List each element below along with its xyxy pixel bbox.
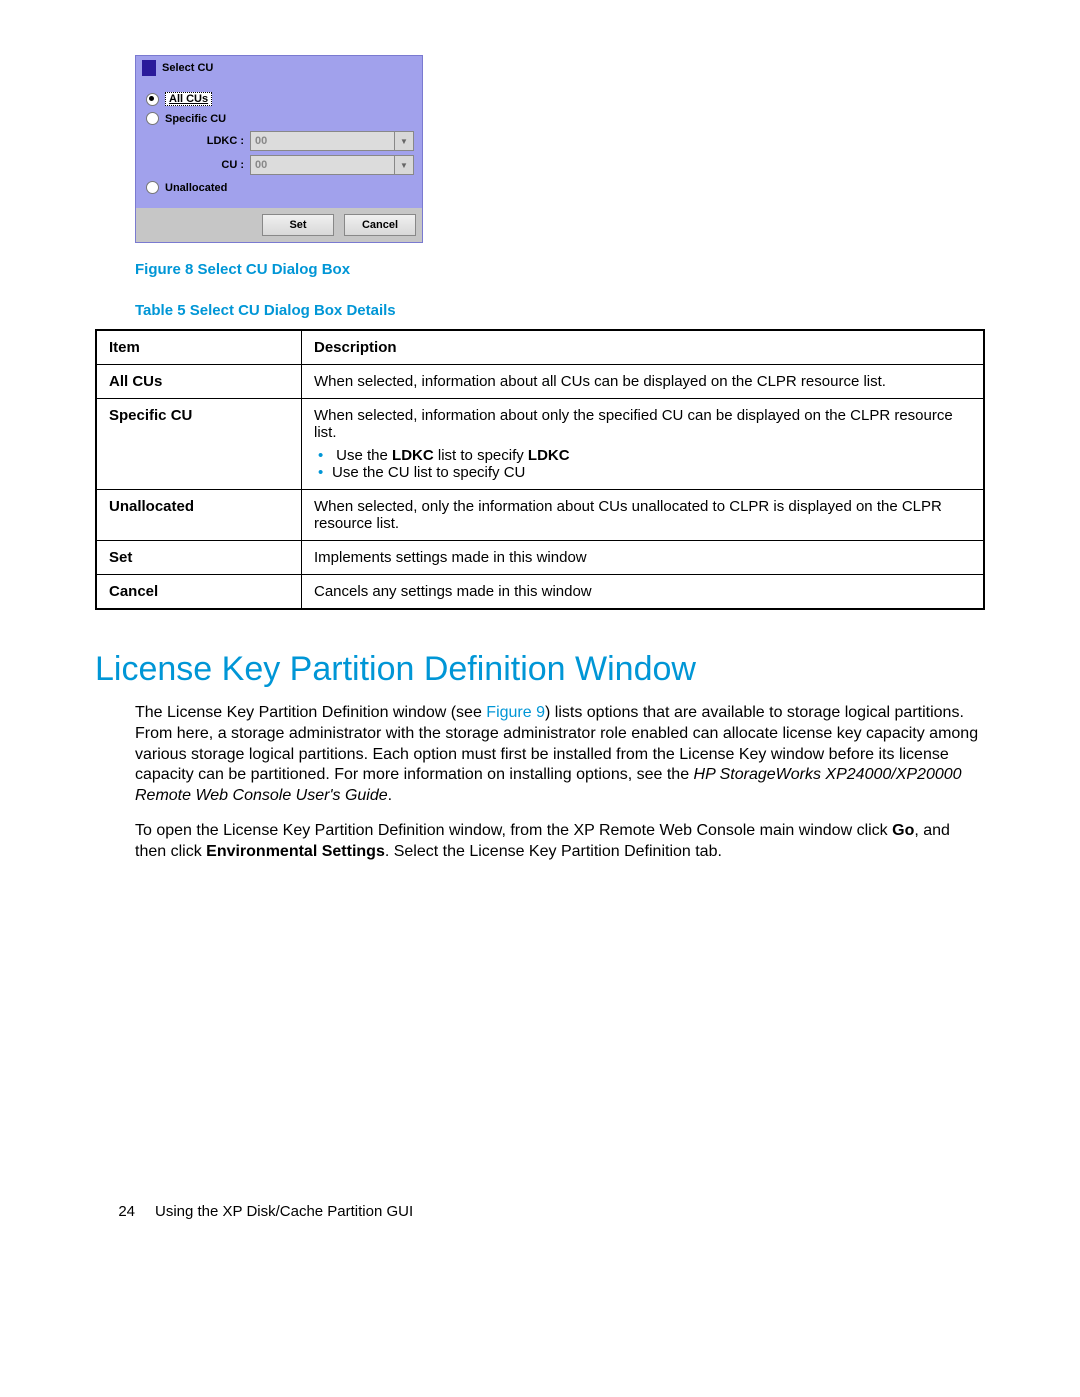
cu-label: CU : <box>184 159 244 171</box>
cu-value: 00 <box>251 159 394 171</box>
page-footer: 24 Using the XP Disk/Cache Partition GUI <box>95 1203 985 1220</box>
radio-specific-cu-label: Specific CU <box>165 113 226 125</box>
table-row: Cancel Cancels any settings made in this… <box>96 575 984 610</box>
text: list to specify <box>434 447 528 464</box>
cell-desc: Cancels any settings made in this window <box>302 575 985 610</box>
ldkc-label: LDKC : <box>184 135 244 147</box>
dialog-title-text: Select CU <box>162 62 213 74</box>
radio-icon <box>146 181 159 194</box>
table-row: Specific CU When selected, information a… <box>96 399 984 490</box>
cell-desc-text: When selected, information about only th… <box>314 407 953 441</box>
dialog-titlebar: Select CU <box>136 56 422 80</box>
cu-combo[interactable]: 00 ▼ <box>250 155 414 175</box>
bold-text: Go <box>892 822 914 839</box>
ldkc-combo[interactable]: 00 ▼ <box>250 131 414 151</box>
page-number: 24 <box>95 1203 135 1220</box>
cell-desc: When selected, only the information abou… <box>302 490 985 541</box>
text: To open the License Key Partition Defini… <box>135 822 892 839</box>
table-header-row: Item Description <box>96 330 984 365</box>
cell-item: Set <box>96 541 302 575</box>
ldkc-value: 00 <box>251 135 394 147</box>
paragraph: The License Key Partition Definition win… <box>135 703 985 807</box>
title-icon <box>142 60 156 76</box>
select-cu-dialog: Select CU All CUs Specific CU LDKC : 00 … <box>135 55 423 243</box>
section-heading: License Key Partition Definition Window <box>95 650 985 689</box>
figure-9-link[interactable]: Figure 9 <box>486 704 545 721</box>
bold-text: Environmental Settings <box>206 843 385 860</box>
figure-caption: Figure 8 Select CU Dialog Box <box>135 261 985 278</box>
table-row: All CUs When selected, information about… <box>96 365 984 399</box>
ldkc-field: LDKC : 00 ▼ <box>184 131 414 151</box>
text: The License Key Partition Definition win… <box>135 704 486 721</box>
bullet-list: Use the LDKC list to specify LDKC Use th… <box>314 447 971 481</box>
header-desc: Description <box>302 330 985 365</box>
radio-specific-cu[interactable]: Specific CU <box>146 112 412 125</box>
list-item: Use the CU list to specify CU <box>332 464 971 481</box>
text: Use the <box>336 447 392 464</box>
table-caption: Table 5 Select CU Dialog Box Details <box>135 302 985 319</box>
cell-desc: When selected, information about all CUs… <box>302 365 985 399</box>
list-item: Use the LDKC list to specify LDKC <box>332 447 971 464</box>
radio-all-cus[interactable]: All CUs <box>146 92 412 106</box>
bold-text: LDKC <box>392 447 434 464</box>
bold-text: LDKC <box>528 447 570 464</box>
cell-item: Unallocated <box>96 490 302 541</box>
table-row: Unallocated When selected, only the info… <box>96 490 984 541</box>
text: . <box>388 787 392 804</box>
chevron-down-icon: ▼ <box>394 156 413 174</box>
cell-item: All CUs <box>96 365 302 399</box>
radio-unallocated[interactable]: Unallocated <box>146 181 412 194</box>
details-table: Item Description All CUs When selected, … <box>95 329 985 610</box>
text: . Select the License Key Partition Defin… <box>385 843 722 860</box>
cell-desc: When selected, information about only th… <box>302 399 985 490</box>
header-item: Item <box>96 330 302 365</box>
cancel-button[interactable]: Cancel <box>344 214 416 236</box>
table-row: Set Implements settings made in this win… <box>96 541 984 575</box>
radio-unallocated-label: Unallocated <box>165 182 227 194</box>
radio-icon <box>146 112 159 125</box>
set-button[interactable]: Set <box>262 214 334 236</box>
cell-desc: Implements settings made in this window <box>302 541 985 575</box>
chevron-down-icon: ▼ <box>394 132 413 150</box>
radio-all-cus-label: All CUs <box>165 92 212 106</box>
footer-text: Using the XP Disk/Cache Partition GUI <box>155 1203 413 1220</box>
cu-field: CU : 00 ▼ <box>184 155 414 175</box>
cell-item: Specific CU <box>96 399 302 490</box>
radio-icon <box>146 93 159 106</box>
paragraph: To open the License Key Partition Defini… <box>135 821 985 863</box>
cell-item: Cancel <box>96 575 302 610</box>
